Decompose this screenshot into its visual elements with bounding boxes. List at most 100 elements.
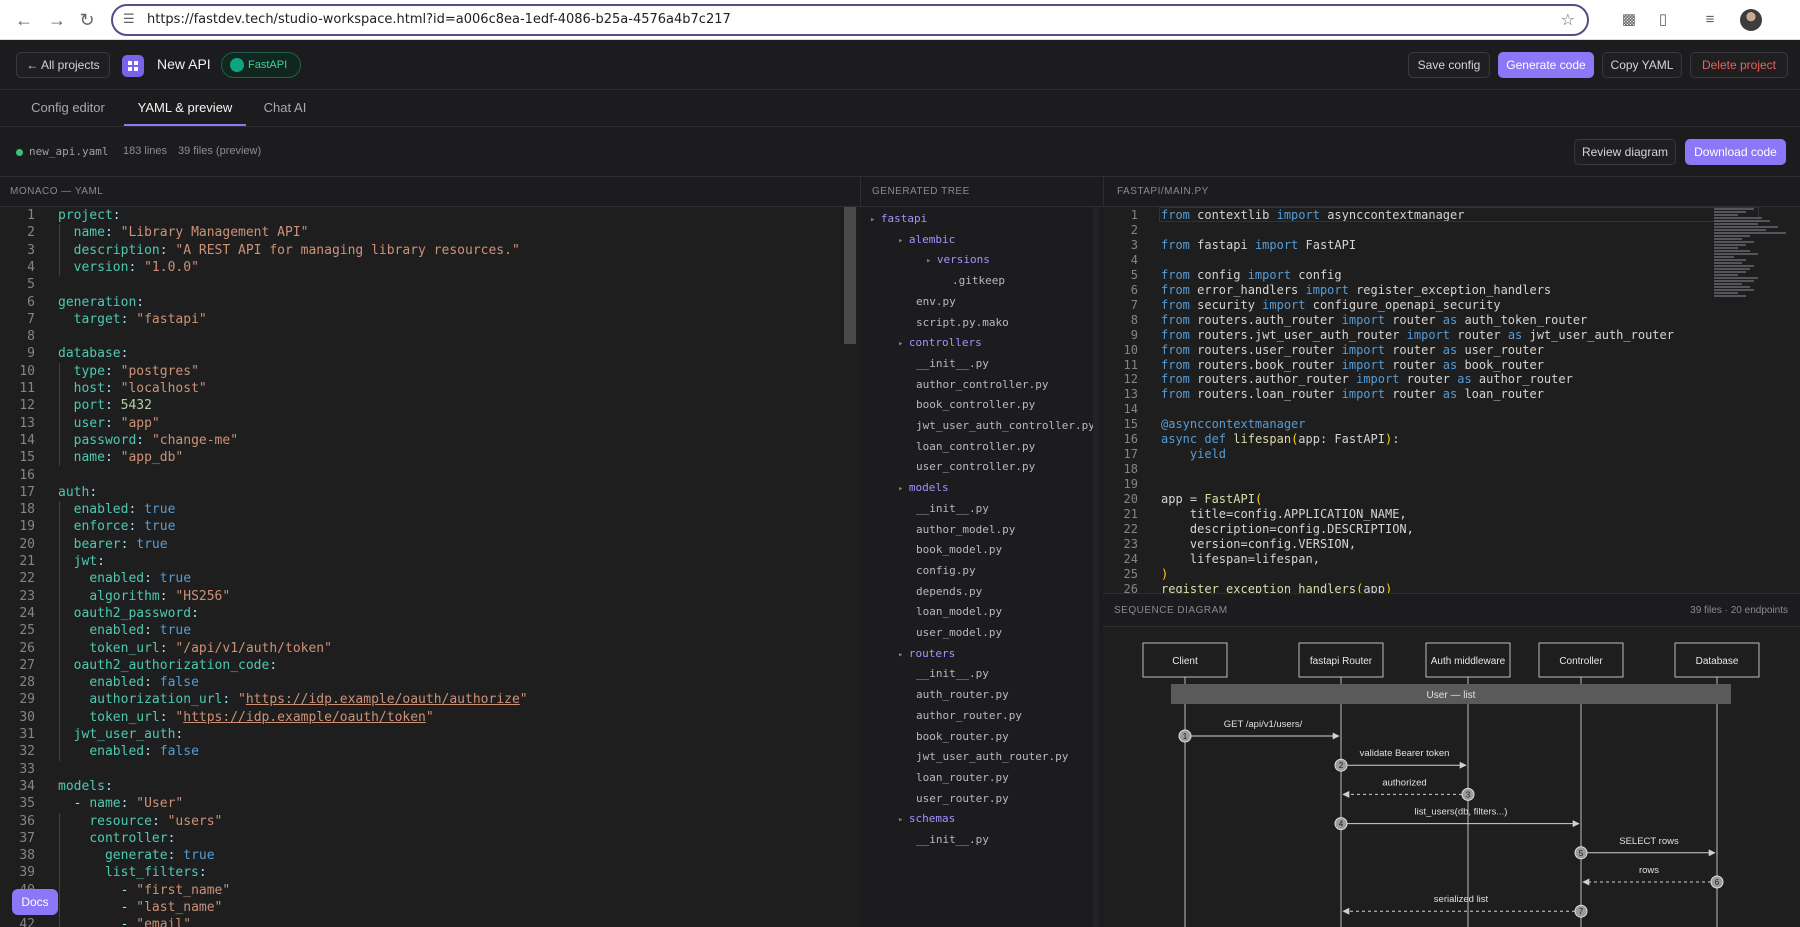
code-token: yield: [1189, 447, 1227, 462]
tree-file[interactable]: user_router.py: [916, 789, 1009, 809]
tree-file[interactable]: config.py: [916, 561, 976, 581]
line-number: 8: [1130, 312, 1138, 327]
tree-file[interactable]: __init__.py: [916, 830, 989, 850]
line-number: 23: [1123, 536, 1138, 551]
line-code: jwt_user_auth:: [58, 726, 184, 743]
code-line: 5: [0, 276, 845, 293]
code-token: version=config.VERSION,: [1161, 536, 1357, 551]
editor-scrollbar[interactable]: [844, 207, 856, 344]
tree-file[interactable]: .gitkeep: [952, 271, 1005, 291]
tree-file[interactable]: loan_model.py: [916, 602, 1002, 622]
tree-folder[interactable]: routers: [898, 644, 955, 664]
tree-file[interactable]: __init__.py: [916, 354, 989, 374]
tree-file[interactable]: author_controller.py: [916, 375, 1048, 395]
code-line: 20 app = FastAPI(: [1103, 492, 1703, 507]
code-line: 8 from routers.auth_router import router …: [1103, 313, 1703, 328]
extensions-icon[interactable]: ▯: [1653, 10, 1673, 30]
tree-file[interactable]: book_controller.py: [916, 395, 1035, 415]
code-token: FastAPI: [1298, 237, 1357, 252]
translate-icon[interactable]: ▩: [1619, 10, 1639, 30]
code-token: ": [519, 692, 528, 708]
tree-file[interactable]: __init__.py: [916, 664, 989, 684]
tree-folder[interactable]: alembic: [898, 230, 955, 250]
code-token: import: [1262, 297, 1306, 312]
code-token: -: [58, 917, 137, 927]
main-py-preview[interactable]: 1 from contextlib import asynccontextmana…: [1103, 207, 1800, 593]
code-token: "1.0.0": [144, 259, 199, 275]
docs-button[interactable]: Docs: [12, 889, 58, 915]
line-number: 34: [19, 778, 35, 794]
address-bar[interactable]: ☰ https://fastdev.tech/studio-workspace.…: [111, 4, 1589, 36]
sequence-diagram-title: SEQUENCE DIAGRAM: [1114, 605, 1228, 616]
yaml-editor[interactable]: 1 project: 2 name: "Library Management API…: [0, 207, 860, 927]
tree-file[interactable]: author_router.py: [916, 706, 1022, 726]
tree-file[interactable]: loan_router.py: [916, 768, 1009, 788]
tree-file[interactable]: book_model.py: [916, 540, 1002, 560]
tree-file[interactable]: env.py: [916, 292, 956, 312]
line-code: host: "localhost": [58, 380, 207, 397]
code-line: 33: [0, 761, 845, 778]
copy-yaml-button[interactable]: Copy YAML: [1602, 52, 1682, 78]
message-label: list_users(db, filters...): [1415, 807, 1508, 818]
tree-file[interactable]: script.py.mako: [916, 313, 1009, 333]
tree-file[interactable]: jwt_user_auth_router.py: [916, 747, 1068, 767]
code-token: enabled: [89, 675, 145, 691]
tab-config-editor[interactable]: Config editor: [16, 90, 120, 126]
tree-file[interactable]: loan_controller.py: [916, 437, 1035, 457]
bookmark-star-icon[interactable]: ☆: [1561, 6, 1575, 34]
tree-file[interactable]: author_model.py: [916, 520, 1015, 540]
tree-file[interactable]: jwt_user_auth_controller.py: [916, 416, 1095, 436]
code-token: router: [1384, 357, 1443, 372]
tab-yaml-preview[interactable]: YAML & preview: [124, 90, 246, 126]
profile-avatar[interactable]: [1740, 9, 1762, 31]
tree-folder[interactable]: models: [898, 478, 949, 498]
code-token: "email": [136, 917, 192, 927]
line-number: 29: [19, 692, 35, 708]
tree-scrollbar[interactable]: [1093, 207, 1099, 927]
code-line: 38 generate: true: [0, 847, 845, 864]
code-line: 7 from security import configure_openapi_…: [1103, 298, 1703, 313]
line-code: enforce: true: [58, 518, 176, 535]
project-name: New API: [157, 56, 211, 72]
code-token: :: [104, 225, 121, 241]
code-token: algorithm: [89, 588, 160, 604]
tree-folder[interactable]: controllers: [898, 333, 982, 353]
code-token: "users": [167, 813, 223, 829]
message-step-number: 4: [1339, 820, 1344, 829]
tree-file[interactable]: __init__.py: [916, 499, 989, 519]
code-token: "app": [120, 415, 160, 431]
tree-file[interactable]: user_model.py: [916, 623, 1002, 643]
save-config-button[interactable]: Save config: [1408, 52, 1490, 78]
all-projects-button[interactable]: ← All projects: [16, 52, 110, 78]
back-icon[interactable]: ←: [12, 8, 36, 32]
tree-folder[interactable]: schemas: [898, 809, 955, 829]
review-diagram-button[interactable]: Review diagram: [1574, 139, 1676, 165]
site-settings-icon[interactable]: ☰: [123, 6, 135, 34]
code-token: user_router: [1457, 342, 1544, 357]
line-code: lifespan=lifespan,: [1161, 552, 1320, 567]
reading-list-icon[interactable]: ≡: [1700, 10, 1720, 30]
code-line: 9 database:: [0, 345, 845, 362]
code-minimap[interactable]: [1714, 207, 1794, 337]
code-token: ): [1385, 581, 1393, 593]
tree-file[interactable]: depends.py: [916, 582, 982, 602]
reload-icon[interactable]: ↻: [75, 8, 99, 32]
forward-icon[interactable]: →: [45, 8, 69, 32]
tree-file[interactable]: book_router.py: [916, 727, 1009, 747]
tree-folder[interactable]: versions: [926, 250, 990, 270]
line-number: 9: [27, 346, 35, 362]
tree-file[interactable]: auth_router.py: [916, 685, 1009, 705]
download-code-button[interactable]: Download code: [1685, 139, 1786, 165]
tree-folder[interactable]: fastapi: [870, 209, 927, 229]
tab-chat-ai[interactable]: Chat AI: [254, 90, 316, 126]
code-token: "Library Management API": [120, 225, 309, 241]
message-label: validate Bearer token: [1360, 748, 1450, 759]
delete-project-button[interactable]: Delete project: [1690, 52, 1788, 78]
indent-guide: [59, 812, 60, 927]
tree-file[interactable]: user_controller.py: [916, 457, 1035, 477]
code-token: 5432: [120, 398, 152, 414]
line-number: 5: [27, 277, 35, 293]
generate-code-button[interactable]: Generate code: [1498, 52, 1594, 78]
